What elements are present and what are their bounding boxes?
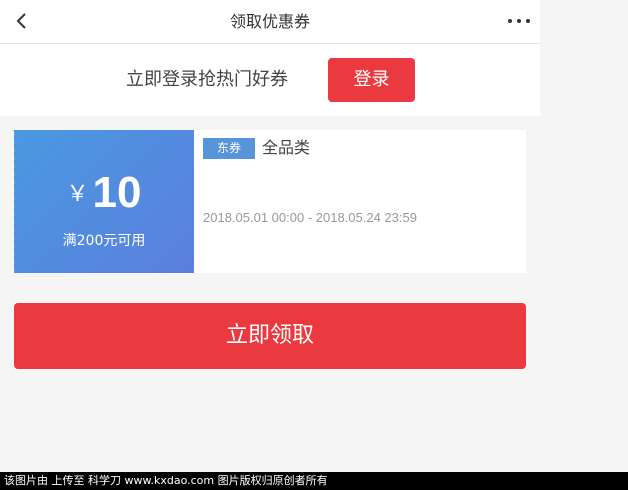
watermark: 该图片由 上传至 科学刀 www.kxdao.com 图片版权归原创者所有 — [0, 472, 628, 490]
coupon-page: 领取优惠券 立即登录抢热门好券 登录 ￥10 满200元可用 东券 全品类 20… — [0, 0, 540, 472]
coupon-card: ￥10 满200元可用 东券 全品类 2018.05.01 00:00 - 20… — [14, 130, 526, 273]
login-prompt: 立即登录抢热门好券 — [126, 69, 288, 90]
header: 领取优惠券 — [0, 0, 540, 44]
claim-button[interactable]: 立即领取 — [14, 303, 526, 369]
page-title: 领取优惠券 — [229, 12, 310, 31]
login-button[interactable]: 登录 — [328, 58, 415, 102]
currency-symbol: ￥ — [66, 182, 89, 207]
coupon-category: 全品类 — [262, 138, 311, 157]
coupon-amount: ￥10 — [14, 168, 194, 218]
coupon-value-panel: ￥10 满200元可用 — [14, 130, 194, 273]
coupon-amount-value: 10 — [92, 168, 142, 217]
coupon-type-badge: 东券 — [203, 138, 255, 159]
coupon-condition: 满200元可用 — [62, 233, 146, 249]
coupon-validity: 2018.05.01 00:00 - 2018.05.24 23:59 — [203, 210, 417, 225]
more-horizontal-icon[interactable] — [506, 11, 532, 31]
login-bar: 立即登录抢热门好券 登录 — [0, 44, 540, 116]
